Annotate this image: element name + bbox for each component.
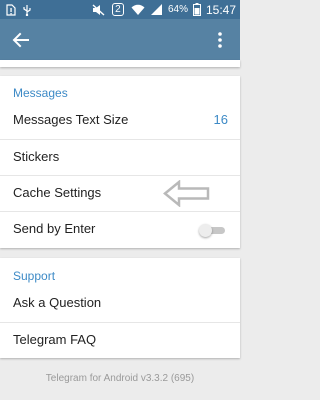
support-section-header: Support bbox=[13, 269, 56, 283]
battery-percent: 64% bbox=[167, 4, 188, 15]
battery-icon bbox=[192, 3, 201, 16]
previous-section-end bbox=[0, 60, 240, 67]
usb-icon bbox=[23, 4, 31, 16]
network-badge: 2 bbox=[110, 2, 126, 17]
stickers-row[interactable]: Stickers bbox=[0, 139, 240, 175]
status-left-icons bbox=[6, 2, 32, 17]
pointer-arrow-icon bbox=[163, 180, 210, 207]
overflow-menu-icon[interactable] bbox=[210, 30, 230, 50]
row-label: Messages Text Size bbox=[13, 112, 129, 127]
ask-a-question-row[interactable]: Ask a Question bbox=[0, 285, 240, 321]
row-label: Ask a Question bbox=[13, 295, 102, 310]
support-section: Support Ask a Question Telegram FAQ bbox=[0, 258, 240, 358]
send-by-enter-toggle[interactable] bbox=[199, 224, 227, 237]
status-bar: 2 64% 15:47 bbox=[0, 0, 240, 19]
messages-section: Messages Messages Text Size 16 Stickers … bbox=[0, 76, 240, 248]
messages-section-header: Messages bbox=[13, 86, 68, 100]
version-footer: Telegram for Android v3.3.2 (695) bbox=[45, 373, 195, 384]
mute-icon bbox=[92, 3, 105, 16]
toggle-knob bbox=[199, 224, 212, 237]
messages-text-size-row[interactable]: Messages Text Size 16 bbox=[0, 102, 240, 138]
send-by-enter-row[interactable]: Send by Enter bbox=[0, 211, 240, 247]
wifi-icon bbox=[131, 4, 145, 15]
row-label: Cache Settings bbox=[13, 185, 102, 200]
row-label: Send by Enter bbox=[13, 221, 96, 236]
sim-alert-icon bbox=[6, 3, 16, 16]
text-size-value: 16 bbox=[213, 112, 228, 127]
telegram-faq-row[interactable]: Telegram FAQ bbox=[0, 322, 240, 358]
row-label: Stickers bbox=[13, 149, 60, 164]
clock: 15:47 bbox=[205, 2, 236, 17]
status-right-icons: 2 64% 15:47 bbox=[92, 0, 236, 19]
app-bar bbox=[0, 19, 240, 60]
signal-icon bbox=[150, 3, 162, 15]
back-arrow-icon[interactable] bbox=[11, 30, 31, 50]
row-label: Telegram FAQ bbox=[13, 332, 97, 347]
